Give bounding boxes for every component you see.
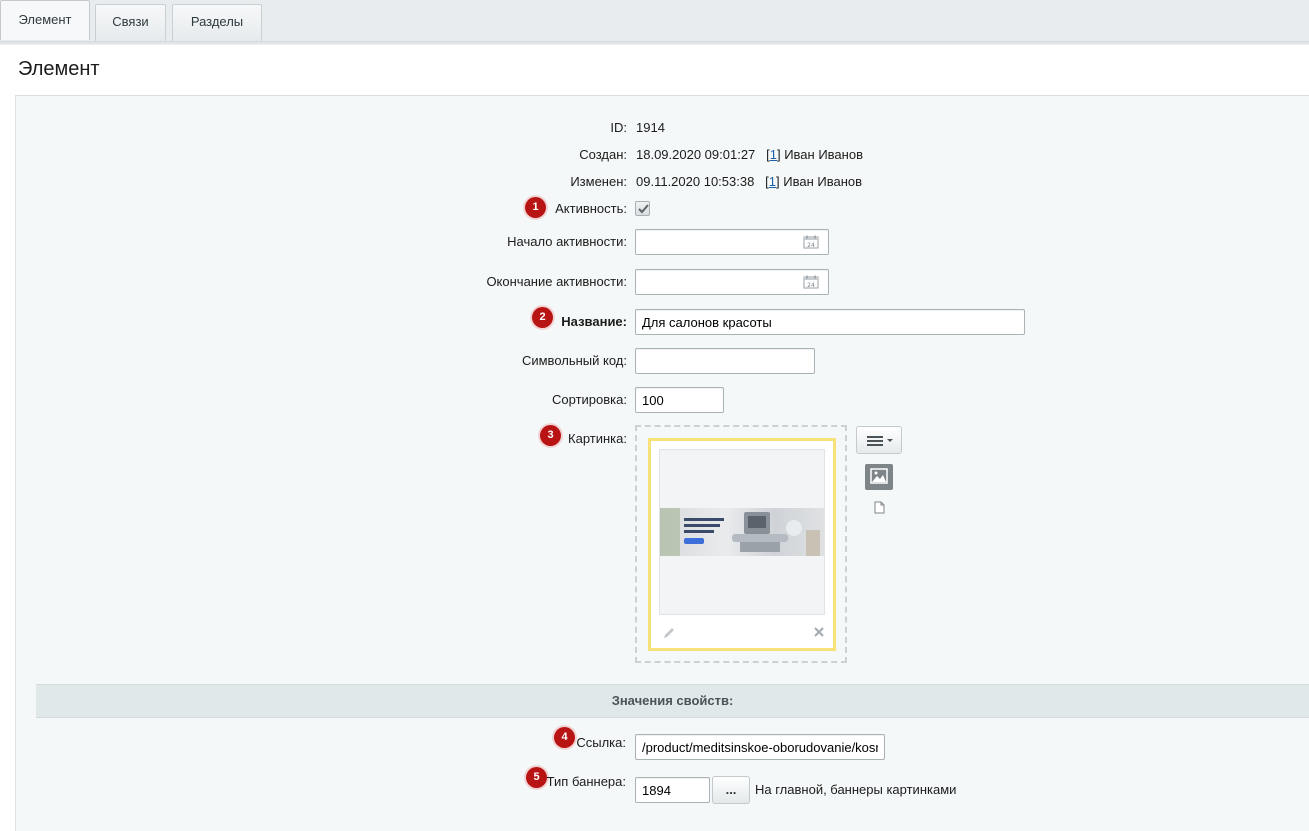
picture-thumbnail bbox=[659, 449, 825, 615]
badge-1: 1 bbox=[525, 197, 546, 218]
active-to-input[interactable] bbox=[635, 269, 829, 295]
banner-type-input[interactable] bbox=[635, 777, 710, 803]
created-user-name: Иван Иванов bbox=[784, 147, 863, 162]
active-label: Активность: bbox=[555, 201, 627, 216]
svg-text:24: 24 bbox=[807, 242, 815, 249]
created-value: 18.09.2020 09:01:27 [1] Иван Иванов bbox=[636, 147, 863, 162]
created-label: Создан: bbox=[579, 147, 627, 162]
checkmark-icon bbox=[638, 204, 649, 214]
created-date: 18.09.2020 09:01:27 bbox=[636, 147, 756, 162]
sort-label: Сортировка: bbox=[552, 392, 627, 407]
tab-links[interactable]: Связи bbox=[95, 4, 166, 41]
name-label: Название: bbox=[561, 314, 627, 329]
banner-image bbox=[660, 508, 824, 556]
picture-label: Картинка: bbox=[568, 431, 627, 446]
hamburger-menu-icon bbox=[867, 436, 893, 446]
file-icon[interactable] bbox=[874, 501, 885, 514]
calendar-icon[interactable]: 24 bbox=[803, 235, 819, 249]
tab-bar-shadow bbox=[0, 41, 1309, 45]
banner-illustration bbox=[660, 508, 820, 556]
modified-user-name: Иван Иванов bbox=[783, 174, 863, 189]
active-to-label: Окончание активности: bbox=[486, 274, 627, 289]
banner-type-select-button[interactable]: ... bbox=[712, 776, 750, 804]
image-mode-button[interactable] bbox=[865, 464, 893, 490]
id-value: 1914 bbox=[636, 120, 665, 135]
close-icon[interactable] bbox=[813, 626, 825, 638]
picture-preview[interactable] bbox=[648, 438, 836, 651]
image-icon bbox=[870, 468, 888, 484]
badge-3: 3 bbox=[540, 425, 561, 446]
badge-4: 4 bbox=[554, 727, 575, 748]
modified-user-link[interactable]: 1 bbox=[769, 174, 776, 189]
name-input[interactable] bbox=[635, 309, 1025, 335]
properties-section-header: Значения свойств: bbox=[36, 684, 1309, 718]
code-label: Символьный код: bbox=[521, 353, 627, 368]
created-user-link[interactable]: 1 bbox=[770, 147, 777, 162]
link-input[interactable] bbox=[635, 734, 885, 760]
svg-text:24: 24 bbox=[807, 282, 815, 289]
badge-5: 5 bbox=[526, 767, 547, 788]
pencil-icon[interactable] bbox=[662, 626, 676, 640]
banner-type-label: Тип баннера: bbox=[546, 774, 626, 789]
tab-label: Элемент bbox=[18, 12, 72, 27]
tab-element[interactable]: Элемент bbox=[0, 0, 90, 40]
page-title: Элемент bbox=[18, 58, 100, 80]
sort-input[interactable] bbox=[635, 387, 724, 413]
modified-label: Изменен: bbox=[570, 174, 627, 189]
modified-date: 09.11.2020 10:53:38 bbox=[636, 174, 755, 189]
active-from-input[interactable] bbox=[635, 229, 829, 255]
id-label: ID: bbox=[610, 120, 627, 135]
picture-dropzone[interactable] bbox=[635, 425, 847, 663]
picture-menu-button[interactable] bbox=[856, 426, 902, 454]
badge-2: 2 bbox=[532, 307, 553, 328]
tab-sections[interactable]: Разделы bbox=[172, 4, 262, 41]
tab-label: Связи bbox=[112, 14, 149, 29]
modified-value: 09.11.2020 10:53:38 [1] Иван Иванов bbox=[636, 174, 863, 189]
tab-bar: Элемент Связи Разделы bbox=[0, 0, 1309, 44]
link-label: Ссылка: bbox=[576, 735, 626, 750]
calendar-icon[interactable]: 24 bbox=[803, 275, 819, 289]
active-from-label: Начало активности: bbox=[507, 234, 627, 249]
code-input[interactable] bbox=[635, 348, 815, 374]
active-checkbox[interactable] bbox=[635, 201, 650, 216]
banner-type-description: На главной, баннеры картинками bbox=[755, 782, 957, 797]
tab-label: Разделы bbox=[190, 14, 244, 29]
